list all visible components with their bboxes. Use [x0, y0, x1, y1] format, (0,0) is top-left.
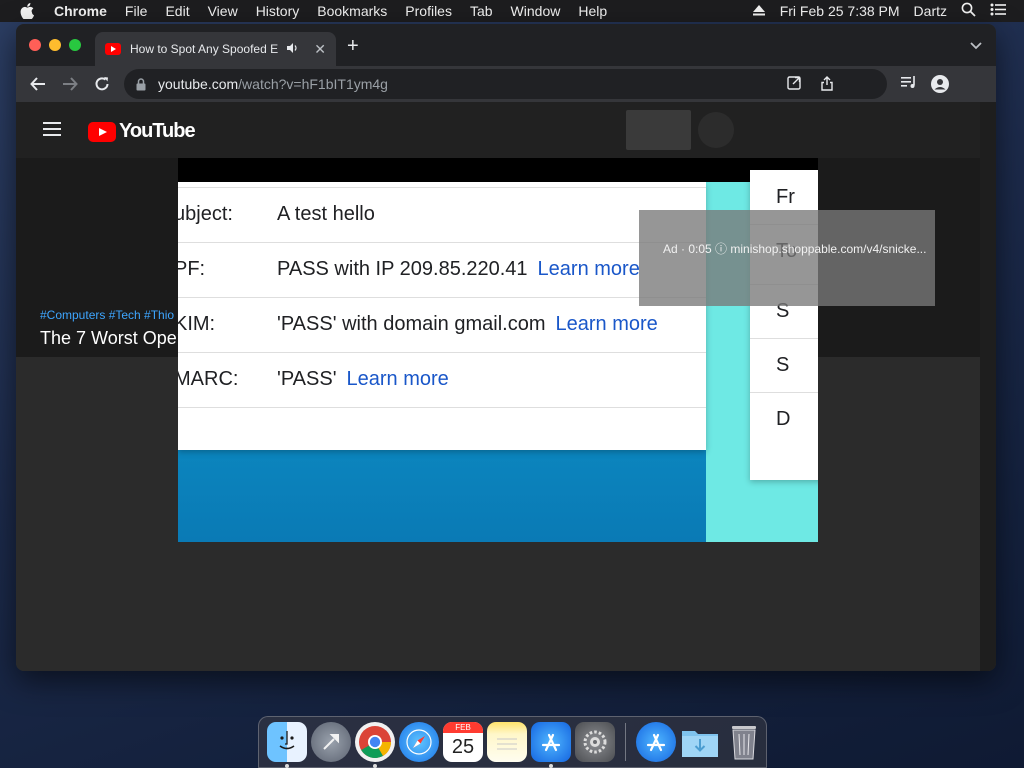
menu-file[interactable]: File	[116, 0, 157, 22]
row-value: A test hello	[277, 203, 375, 225]
right-card-row: D	[750, 392, 818, 446]
minimize-window-button[interactable]	[49, 39, 61, 51]
header-placeholder-box	[626, 110, 691, 150]
menu-bookmarks[interactable]: Bookmarks	[308, 0, 396, 22]
chrome-window: How to Spot Any Spoofed E ✕ + youtube.co…	[16, 24, 996, 671]
youtube-wordmark: YouTube	[119, 120, 196, 142]
menu-help[interactable]: Help	[569, 0, 616, 22]
hamburger-menu-icon[interactable]	[43, 122, 61, 136]
dock-separator	[625, 723, 626, 761]
hero-hashtags[interactable]: #Computers #Tech #Thio	[40, 308, 174, 322]
tab-strip: How to Spot Any Spoofed E ✕ +	[16, 24, 996, 66]
trash-icon[interactable]	[724, 722, 764, 762]
tab-title: How to Spot Any Spoofed E	[130, 42, 279, 56]
close-window-button[interactable]	[29, 39, 41, 51]
row-value: 'PASS' Learn more	[277, 368, 449, 390]
email-header-row: PF: PASS with IP 209.85.220.41 Learn more	[178, 242, 706, 296]
calendar-month: FEB	[443, 722, 483, 733]
youtube-play-icon	[88, 121, 116, 142]
browser-tab-active[interactable]: How to Spot Any Spoofed E ✕	[95, 32, 336, 66]
finder-icon[interactable]	[267, 722, 307, 768]
menu-user[interactable]: Dartz	[914, 3, 947, 19]
learn-more-link: Learn more	[346, 368, 449, 390]
hero-video-title[interactable]: The 7 Worst Oper	[40, 328, 183, 349]
system-preferences-icon[interactable]	[575, 722, 615, 762]
menu-view[interactable]: View	[199, 0, 247, 22]
header-placeholder-avatar	[698, 112, 734, 148]
share-icon[interactable]	[820, 76, 834, 91]
learn-more-link: Learn more	[555, 313, 658, 335]
email-header-row: KIM: 'PASS' with domain gmail.com Learn m…	[178, 297, 706, 351]
app-store-downloads-icon[interactable]	[636, 722, 676, 762]
macos-dock: FEB 25	[258, 716, 767, 768]
menu-profiles[interactable]: Profiles	[396, 0, 461, 22]
row-value: 'PASS' with domain gmail.com Learn more	[277, 313, 658, 335]
open-in-app-icon[interactable]	[787, 76, 801, 90]
lock-icon[interactable]	[136, 77, 146, 91]
ad-overlay[interactable]: Ad · 0:05 ⓘ minishop.shoppable.com/v4/sn…	[639, 210, 935, 306]
row-value: PASS with IP 209.85.220.41 Learn more	[277, 258, 640, 280]
youtube-header: YouTube	[16, 102, 980, 158]
media-controls-icon[interactable]	[901, 75, 917, 89]
right-card-row: S	[750, 338, 818, 392]
reload-button[interactable]	[86, 68, 118, 100]
apple-menu-icon[interactable]	[20, 3, 38, 19]
youtube-logo[interactable]: YouTube	[88, 120, 196, 143]
right-edge-strip	[980, 102, 996, 671]
browser-toolbar: youtube.com/watch?v=hF1bIT1ym4g	[16, 66, 996, 102]
email-headers-card: ubject: A test hello PF: PASS with IP 20…	[178, 182, 706, 450]
url-path: /watch?v=hF1bIT1ym4g	[238, 76, 388, 92]
downloads-folder-icon[interactable]	[680, 722, 720, 762]
calendar-icon[interactable]: FEB 25	[443, 722, 483, 762]
menu-edit[interactable]: Edit	[156, 0, 198, 22]
audio-playing-icon[interactable]	[286, 42, 299, 57]
email-header-row: ubject: A test hello	[178, 187, 706, 241]
email-header-row-empty	[178, 407, 706, 450]
close-tab-icon[interactable]: ✕	[314, 41, 326, 58]
calendar-day: 25	[451, 735, 475, 758]
learn-more-link: Learn more	[537, 258, 640, 280]
menu-app-name[interactable]: Chrome	[54, 0, 116, 22]
ad-text[interactable]: Ad · 0:05 ⓘ minishop.shoppable.com/v4/sn…	[663, 240, 926, 257]
row-key: PF:	[178, 258, 206, 280]
tab-search-chevron-icon[interactable]	[970, 39, 982, 53]
url-host: youtube.com	[158, 76, 239, 92]
back-button[interactable]	[22, 68, 54, 100]
notes-icon[interactable]	[487, 722, 527, 762]
forward-button[interactable]	[54, 68, 86, 100]
address-bar[interactable]: youtube.com/watch?v=hF1bIT1ym4g	[124, 69, 887, 99]
email-header-row: MARC: 'PASS' Learn more	[178, 352, 706, 406]
menu-clock[interactable]: Fri Feb 25 7:38 PM	[780, 3, 900, 19]
row-key: MARC:	[178, 368, 239, 390]
zoom-window-button[interactable]	[69, 39, 81, 51]
profile-avatar-icon[interactable]	[931, 75, 949, 93]
chrome-icon[interactable]	[355, 722, 395, 768]
window-controls	[29, 39, 81, 51]
spotlight-search-icon[interactable]	[961, 2, 976, 20]
menu-history[interactable]: History	[247, 0, 309, 22]
youtube-page: YouTube #Computers #Tech #Thio The 7 Wor…	[16, 102, 996, 671]
row-key: ubject:	[178, 203, 233, 225]
youtube-favicon-icon	[105, 43, 121, 55]
menu-tab[interactable]: Tab	[461, 0, 502, 22]
control-center-icon[interactable]	[990, 3, 1006, 19]
row-key: KIM:	[178, 313, 216, 335]
macos-menu-bar: Chrome File Edit View History Bookmarks …	[0, 0, 1024, 22]
safari-icon[interactable]	[399, 722, 439, 762]
launchpad-icon[interactable]	[311, 722, 351, 762]
app-store-icon[interactable]	[531, 722, 571, 768]
new-tab-button[interactable]: +	[347, 36, 359, 56]
menu-window[interactable]: Window	[502, 0, 570, 22]
eject-icon[interactable]	[752, 3, 766, 19]
